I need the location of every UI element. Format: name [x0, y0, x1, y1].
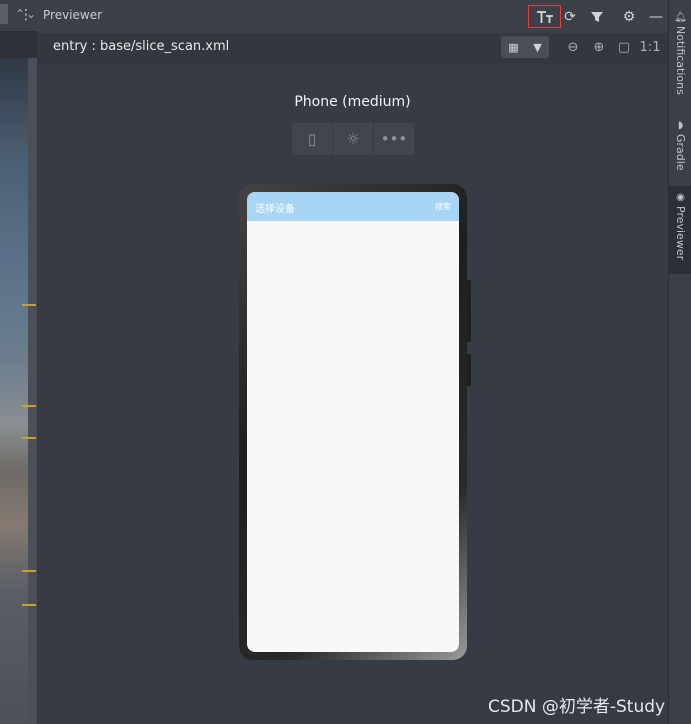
scroll-marker — [22, 570, 36, 572]
preview-canvas: Phone (medium) ▯ ☼ ••• 选择设备 搜索 — [37, 64, 668, 724]
refresh-icon[interactable]: ⟳ — [559, 6, 581, 28]
sidebar-item-gradle[interactable]: ◗ Gradle — [669, 120, 691, 171]
zoom-in-icon[interactable]: ⊕ — [589, 37, 609, 57]
phone-screen: 选择设备 搜索 — [247, 192, 459, 652]
phone-side-button — [467, 354, 471, 386]
gear-icon[interactable]: ⚙ — [618, 6, 640, 28]
previewer-toolbar: entry : base/slice_scan.xml ▦ ▼ ⊖ ⊕ ▢ 1:… — [37, 33, 668, 64]
gradle-icon: ◗ — [677, 120, 684, 131]
left-editor-strip: ⌃ ⌄ — [0, 0, 37, 724]
rotate-device-icon[interactable]: ▯ — [292, 123, 333, 155]
device-controls: ▯ ☼ ••• — [292, 123, 414, 155]
minimize-icon[interactable]: — — [645, 6, 667, 28]
app-title-bar: 选择设备 搜索 — [247, 192, 459, 221]
watermark: CSDN @初学者-Study — [488, 697, 666, 717]
theme-toggle-icon[interactable]: ☼ — [333, 123, 374, 155]
zoom-out-icon[interactable]: ⊖ — [563, 37, 583, 57]
app-title: 选择设备 — [255, 204, 295, 215]
font-scale-icon[interactable] — [528, 5, 561, 28]
chevron-down-icon: ▼ — [533, 40, 542, 54]
right-tool-sidebar: 🔔︎ Notifications ◗ Gradle ◉ Previewer — [668, 0, 691, 724]
device-name: Phone (medium) — [294, 94, 411, 110]
eye-icon: ◉ — [676, 192, 685, 203]
editor-scrollbar[interactable] — [28, 58, 37, 724]
previewer-header: ⋮ Previewer ⟳ ⚙ — — [19, 0, 668, 34]
scroll-marker — [22, 604, 36, 606]
editor-background-image — [0, 58, 28, 724]
fit-screen-icon[interactable]: ▢ — [614, 37, 634, 57]
sidebar-item-notifications[interactable]: 🔔︎ Notifications — [669, 12, 691, 95]
panel-title: Previewer — [43, 8, 103, 22]
left-panel-pin[interactable] — [0, 4, 8, 24]
file-path: entry : base/slice_scan.xml — [53, 39, 230, 54]
grid-icon: ▦ — [508, 40, 519, 54]
scroll-marker — [22, 304, 36, 306]
component-tree-icon[interactable] — [586, 6, 608, 28]
actual-size-button[interactable]: 1:1 — [640, 37, 661, 57]
phone-side-button — [467, 280, 471, 342]
scroll-marker — [22, 405, 36, 407]
sidebar-item-previewer[interactable]: ◉ Previewer — [669, 186, 691, 274]
search-button[interactable]: 搜索 — [435, 201, 451, 212]
phone-frame: 选择设备 搜索 — [239, 184, 467, 660]
bell-icon: 🔔︎ — [674, 12, 687, 23]
scroll-marker — [22, 437, 36, 439]
layout-select[interactable]: ▦ ▼ — [501, 36, 549, 58]
more-options-icon[interactable]: ••• — [374, 123, 414, 155]
more-vertical-icon[interactable]: ⋮ — [19, 7, 33, 23]
